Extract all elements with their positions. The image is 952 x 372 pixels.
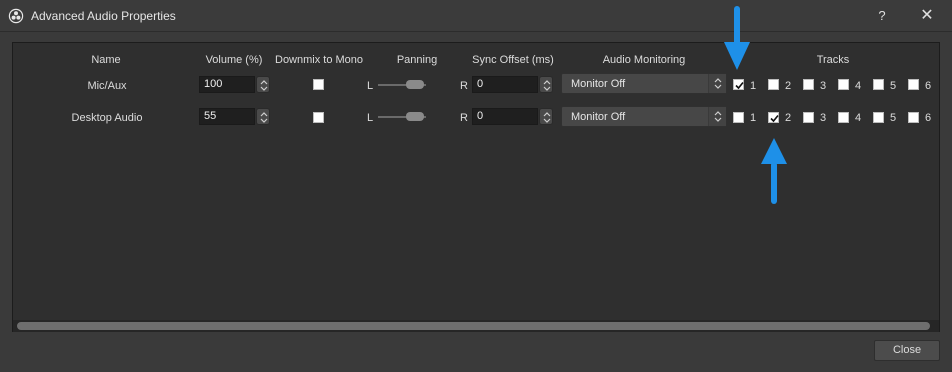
help-button[interactable]: ? [868, 3, 896, 29]
slider-handle[interactable] [406, 112, 424, 121]
track-5-checkbox[interactable] [873, 112, 884, 123]
stepper-arrows-icon [543, 80, 551, 91]
window-title: Advanced Audio Properties [31, 9, 176, 23]
obs-logo-icon [8, 8, 24, 24]
downmix-checkbox[interactable] [313, 112, 324, 123]
header-volume: Volume (%) [205, 54, 263, 66]
volume-stepper[interactable] [256, 76, 270, 93]
header-tracks: Tracks [816, 54, 850, 66]
pan-right-label: R [460, 112, 468, 124]
track-label: 5 [890, 112, 897, 124]
stepper-arrows-icon [543, 112, 551, 123]
track-label: 5 [890, 80, 897, 92]
title-bar: Advanced Audio Properties ? ✕ [0, 0, 952, 32]
monitoring-value: Monitor Off [571, 78, 626, 90]
dropdown-arrow[interactable] [708, 107, 726, 126]
window-close-button[interactable]: ✕ [910, 3, 944, 29]
dropdown-arrows-icon [714, 78, 722, 89]
scrollbar-thumb[interactable] [17, 322, 930, 330]
track-label: 1 [750, 112, 757, 124]
checkmark-icon [770, 114, 779, 123]
horizontal-scrollbar[interactable] [13, 320, 939, 332]
track-5-checkbox[interactable] [873, 79, 884, 90]
sync-offset-spinbox[interactable]: 0 [472, 108, 553, 125]
track-6-checkbox[interactable] [908, 112, 919, 123]
monitoring-value: Monitor Off [571, 111, 626, 123]
sync-offset-stepper[interactable] [539, 108, 553, 125]
header-audio-monitoring: Audio Monitoring [602, 54, 686, 66]
pan-right-label: R [460, 80, 468, 92]
source-name: Desktop Audio [71, 112, 143, 124]
track-3-checkbox[interactable] [803, 112, 814, 123]
slider-handle[interactable] [406, 80, 424, 89]
monitoring-dropdown[interactable]: Monitor Off [561, 106, 727, 127]
sync-offset-spinbox[interactable]: 0 [472, 76, 553, 93]
dropdown-arrow[interactable] [708, 74, 726, 93]
audio-sources-panel: Name Volume (%) Downmix to Mono Panning … [12, 42, 940, 332]
header-panning: Panning [396, 54, 438, 66]
track-4-checkbox[interactable] [838, 79, 849, 90]
sync-offset-field[interactable]: 0 [472, 108, 538, 125]
pan-left-label: L [367, 112, 374, 124]
volume-field[interactable]: 55 [199, 108, 255, 125]
track-label: 3 [820, 112, 827, 124]
sync-offset-field[interactable]: 0 [472, 76, 538, 93]
track-label: 6 [925, 80, 932, 92]
header-name: Name [91, 54, 121, 66]
sync-offset-stepper[interactable] [539, 76, 553, 93]
annotation-arrow-down-icon [724, 6, 750, 70]
stepper-arrows-icon [260, 80, 268, 91]
monitoring-dropdown[interactable]: Monitor Off [561, 73, 727, 94]
track-label: 3 [820, 80, 827, 92]
stepper-arrows-icon [260, 112, 268, 123]
volume-field[interactable]: 100 [199, 76, 255, 93]
track-label: 6 [925, 112, 932, 124]
close-button[interactable]: Close [874, 340, 940, 361]
track-1-checkbox[interactable] [733, 112, 744, 123]
source-name: Mic/Aux [87, 80, 127, 92]
track-4-checkbox[interactable] [838, 112, 849, 123]
track-label: 4 [855, 80, 862, 92]
track-6-checkbox[interactable] [908, 79, 919, 90]
track-label: 2 [785, 80, 792, 92]
track-2-checkbox[interactable] [768, 112, 779, 123]
track-label: 1 [750, 80, 757, 92]
downmix-checkbox[interactable] [313, 79, 324, 90]
panning-slider[interactable] [378, 79, 426, 91]
track-2-checkbox[interactable] [768, 79, 779, 90]
header-downmix: Downmix to Mono [275, 54, 364, 66]
panning-slider[interactable] [378, 111, 426, 123]
volume-spinbox[interactable]: 55 [199, 108, 271, 125]
header-sync-offset: Sync Offset (ms) [472, 54, 554, 66]
dropdown-arrows-icon [714, 111, 722, 122]
checkmark-icon [735, 81, 744, 90]
volume-spinbox[interactable]: 100 [199, 76, 271, 93]
pan-left-label: L [367, 80, 374, 92]
track-3-checkbox[interactable] [803, 79, 814, 90]
track-label: 2 [785, 112, 792, 124]
dialog-body: Name Volume (%) Downmix to Mono Panning … [0, 32, 952, 372]
track-1-checkbox[interactable] [733, 79, 744, 90]
annotation-arrow-up-icon [761, 138, 787, 204]
volume-stepper[interactable] [256, 108, 270, 125]
track-label: 4 [855, 112, 862, 124]
